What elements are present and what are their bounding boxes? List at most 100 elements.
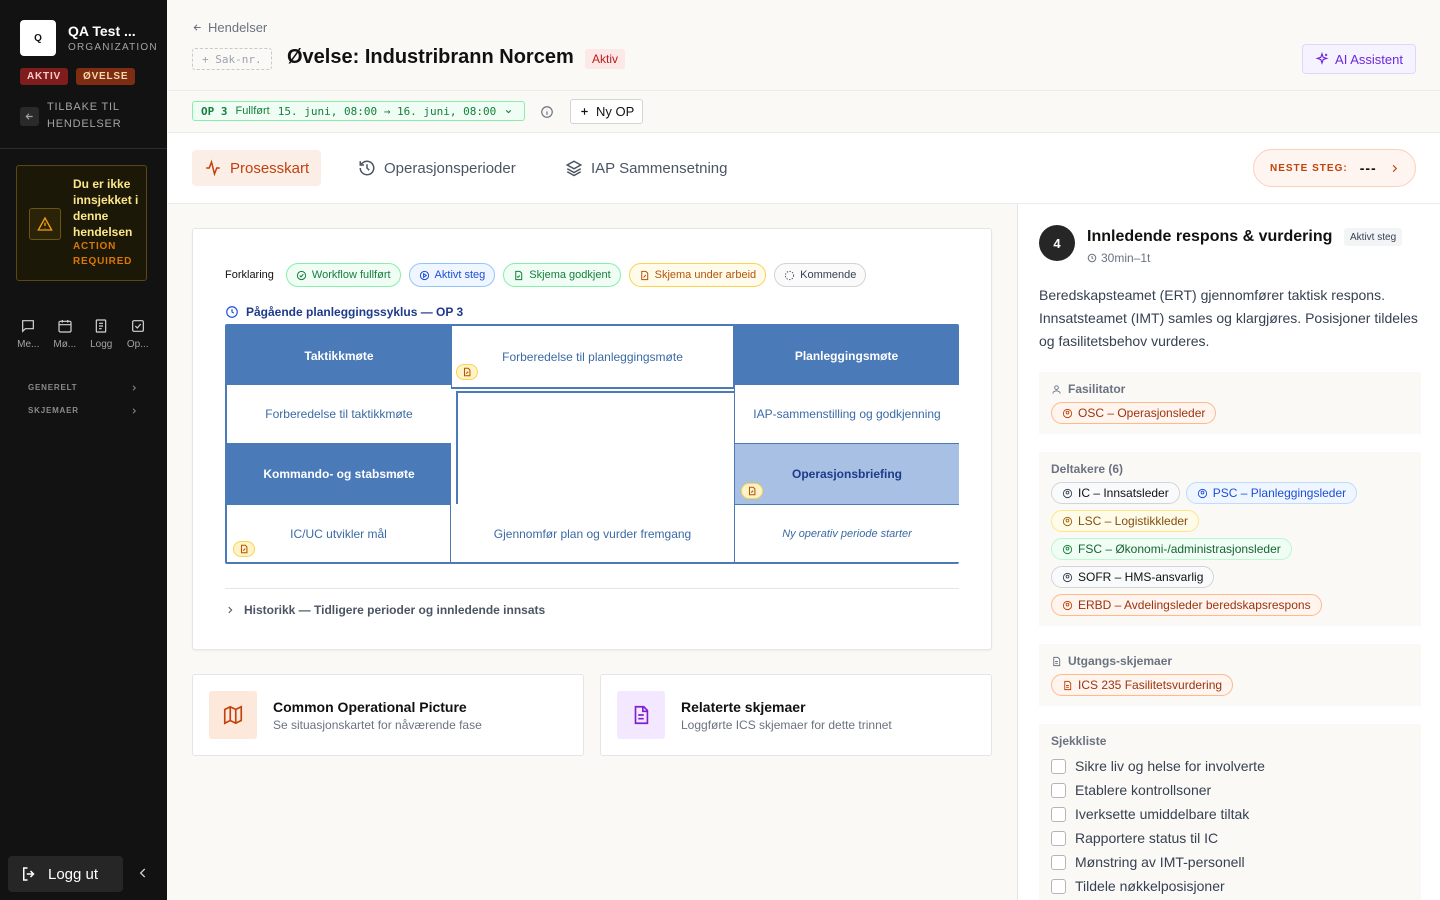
section-skjemaer[interactable]: SKJEMAER	[28, 406, 138, 415]
warning-subtitle: ACTION REQUIRED	[73, 241, 133, 267]
related-forms-card[interactable]: Relaterte skjemaer Loggførte ICS skjemae…	[600, 674, 992, 756]
check-circle-icon	[296, 270, 307, 280]
step-planleggingsmote[interactable]: Planleggingsmøte	[734, 326, 959, 385]
ai-assistant-button[interactable]: AI Assistent	[1302, 44, 1416, 74]
step-title: Innledende respons & vurdering	[1087, 228, 1333, 245]
op-selector[interactable]: OP 3 Fullført 15. juni, 08:00 → 16. juni…	[192, 101, 525, 121]
role-chip-osc[interactable]: OSC – Operasjonsleder	[1051, 402, 1217, 424]
step-label: Operasjonsbriefing	[791, 467, 903, 481]
checkin-warning[interactable]: Du er ikke innsjekket i denne hendelsen …	[16, 165, 147, 281]
checklist-section: Sjekkliste Sikre liv og helse for involv…	[1039, 724, 1421, 900]
role-label: OSC – Operasjonsleder	[1078, 406, 1206, 420]
step-label: IC/UC utvikler mål	[290, 526, 387, 541]
ovelse-tag: ØVELSE	[76, 68, 136, 85]
checkbox[interactable]	[1051, 830, 1066, 846]
role-chip-lsc[interactable]: LSC – Logistikkleder	[1051, 510, 1200, 532]
tab-operasjonsperioder[interactable]: Operasjonsperioder	[346, 150, 528, 186]
collapse-sidebar-button[interactable]	[136, 866, 150, 880]
plus-icon	[581, 108, 588, 115]
org-switcher[interactable]: Q QA Test ... ORGANIZATION	[20, 20, 158, 56]
role-label: SOFR – HMS-ansvarlig	[1078, 570, 1204, 584]
info-icon[interactable]	[540, 105, 554, 119]
form-in-progress-icon	[741, 483, 763, 499]
page-title: Øvelse: Industribrann Norcem	[287, 46, 574, 68]
step-forberedelse-taktikkmote[interactable]: Forberedelse til taktikkmøte	[227, 385, 451, 444]
calendar-icon	[58, 320, 72, 333]
arrow-left-icon	[20, 106, 39, 126]
step-gjennomfor-plan[interactable]: Gjennomfør plan og vurder fremgang	[451, 504, 734, 562]
breadcrumb[interactable]: Hendelser	[192, 20, 267, 35]
role-chip-erbd[interactable]: ERBD – Avdelingsleder beredskapsrespons	[1051, 594, 1322, 616]
step-taktikkmote[interactable]: Taktikkmøte	[227, 326, 451, 385]
user-circle-icon	[1062, 488, 1073, 498]
form-chip-ics235[interactable]: ICS 235 Fasilitetsvurdering	[1051, 674, 1234, 696]
step-forberedelse-planleggingsmote[interactable]: Forberedelse til planleggingsmøte	[451, 326, 734, 389]
planning-p-diagram: Taktikkmøte Forberedelse til planlegging…	[225, 324, 959, 564]
user-circle-icon	[1062, 516, 1073, 526]
facilitator-section: Fasilitator OSC – Operasjonsleder	[1039, 372, 1421, 434]
step-iap-sammenstilling[interactable]: IAP-sammenstilling og godkjenning	[734, 385, 959, 444]
nav-meetings[interactable]: Mø...	[47, 318, 84, 350]
history-toggle[interactable]: Historikk — Tidligere perioder og innled…	[225, 588, 959, 617]
checklist-item[interactable]: Tildele nøkkelposisjoner	[1051, 874, 1409, 898]
step-operasjonsbriefing[interactable]: Operasjonsbriefing	[734, 444, 959, 504]
role-chip-ic[interactable]: IC – Innsatsleder	[1051, 482, 1180, 504]
checkbox[interactable]	[1051, 806, 1066, 822]
case-number-input[interactable]: + Sak-nr.	[192, 48, 272, 70]
play-circle-icon	[419, 270, 429, 280]
tab-label: IAP Sammensetning	[591, 159, 728, 177]
checklist-item[interactable]: Rapportere status til IC	[1051, 826, 1409, 850]
checkbox[interactable]	[1051, 782, 1066, 798]
step-label: Forberedelse til planleggingsmøte	[502, 349, 683, 364]
step-duration: 30min–1t	[1087, 251, 1150, 265]
status-badge: Aktiv	[585, 49, 626, 69]
checklist-item[interactable]: Iverksette umiddelbare tiltak	[1051, 802, 1409, 826]
back-label: TILBAKE TIL HENDELSER	[47, 101, 122, 130]
nav-log[interactable]: Logg	[83, 318, 120, 350]
checklist-item-label: Etablere kontrollsoner	[1075, 782, 1212, 798]
checklist-item[interactable]: Mønstring av IMT-personell	[1051, 850, 1409, 874]
tab-iap-sammensetning[interactable]: IAP Sammensetning	[553, 150, 739, 186]
role-chip-psc[interactable]: PSC – Planleggingsleder	[1185, 482, 1358, 504]
back-to-incidents[interactable]: TILBAKE TIL HENDELSER	[20, 99, 137, 133]
cycle-inner-box	[456, 391, 734, 505]
checklist-item[interactable]: Sikre liv og helse for involverte	[1051, 754, 1409, 778]
new-op-button[interactable]: Ny OP	[570, 99, 644, 124]
map-icon	[209, 691, 257, 739]
history-label: Historikk — Tidligere perioder og innled…	[244, 603, 546, 617]
role-label: PSC – Planleggingsleder	[1212, 486, 1347, 500]
step-ny-operativ-periode[interactable]: Ny operativ periode starter	[734, 504, 959, 562]
checkbox[interactable]	[1051, 758, 1066, 774]
checklist-label: Sjekkliste	[1051, 734, 1107, 748]
step-label: Planleggingsmøte	[794, 348, 899, 363]
nav-operations[interactable]: Op...	[120, 318, 157, 350]
nav-log-label: Logg	[90, 339, 113, 350]
card-title: Common Operational Picture	[273, 699, 467, 715]
clock-icon	[1087, 253, 1097, 263]
logout-button[interactable]: Logg ut	[8, 856, 123, 892]
legend-item-label: Skjema under arbeid	[654, 269, 757, 281]
step-icuc-utvikler-mal[interactable]: IC/UC utvikler mål	[227, 504, 451, 562]
section-generelt[interactable]: GENERELT	[28, 383, 138, 392]
checkbox[interactable]	[1051, 878, 1066, 894]
step-kommando-stabsmote[interactable]: Kommando- og stabsmøte	[227, 444, 451, 504]
clock-icon	[226, 306, 238, 318]
legend-form-approved: Skjema godkjent	[503, 263, 621, 287]
next-step-button[interactable]: NESTE STEG: ---	[1253, 149, 1416, 187]
participants-label: Deltakere (6)	[1051, 462, 1124, 476]
tab-bar: Prosesskart Operasjonsperioder IAP Samme…	[168, 133, 1440, 204]
checkbox[interactable]	[1051, 854, 1066, 870]
role-chip-fsc[interactable]: FSC – Økonomi-/administrasjonsleder	[1051, 538, 1292, 560]
tab-label: Prosesskart	[230, 159, 310, 177]
cop-card[interactable]: Common Operational Picture Se situasjons…	[192, 674, 584, 756]
role-chip-sofr[interactable]: SOFR – HMS-ansvarlig	[1051, 566, 1215, 588]
checklist-item-label: Rapportere status til IC	[1075, 830, 1219, 846]
legend-item-label: Workflow fullført	[311, 269, 391, 281]
org-logo: Q	[20, 20, 56, 56]
checklist-item[interactable]: Etablere kontrollsoner	[1051, 778, 1409, 802]
step-label: Gjennomfør plan og vurder fremgang	[493, 526, 692, 541]
nav-messages[interactable]: Me...	[10, 318, 47, 350]
form-in-progress-icon	[456, 364, 478, 380]
tab-prosesskart[interactable]: Prosesskart	[192, 150, 322, 186]
tab-label: Operasjonsperioder	[384, 159, 516, 177]
